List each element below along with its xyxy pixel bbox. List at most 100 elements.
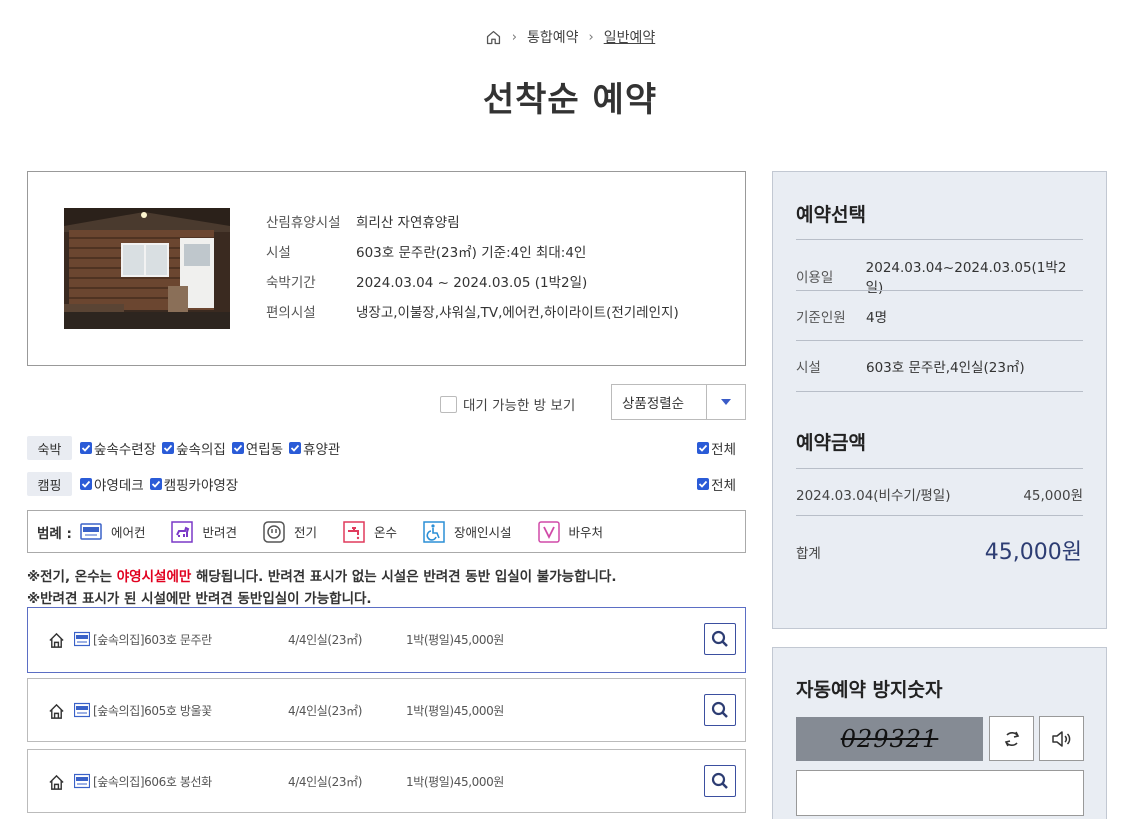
legend-label: 반려견 (202, 525, 237, 540)
facility-row-key: 숙박기간 (266, 275, 316, 291)
summary-value: 603호 문주란,4인실(23㎡) (866, 360, 1025, 376)
legend-item-hotwater: 온수 (343, 520, 398, 543)
checkbox-checked-icon[interactable] (697, 442, 710, 454)
plug-icon (263, 520, 285, 543)
divider (796, 239, 1083, 240)
checkbox-checked-icon[interactable] (162, 442, 175, 454)
search-button[interactable] (704, 694, 736, 726)
search-icon (711, 701, 728, 718)
room-name: [숲속의집]605호 방울꽃 (93, 704, 212, 718)
checkbox-lodging-all[interactable]: 전체 (697, 438, 736, 458)
chevron-right-icon: › (588, 29, 594, 45)
captcha-refresh-button[interactable] (989, 716, 1034, 761)
divider (796, 340, 1083, 341)
checkbox-camping-deck[interactable]: 야영데크 (80, 474, 144, 494)
divider (796, 515, 1083, 516)
summary-key: 기준인원 (796, 310, 846, 326)
checkbox-label: 캠핑카야영장 (163, 478, 239, 494)
notice-text: 해당됩니다. 반려견 표시가 없는 시설은 반려견 동반 입실이 불가능합니다. (191, 569, 617, 585)
facility-card: 산림휴양시설 희리산 자연휴양림 시설 603호 문주란(23㎡) 기준:4인 … (27, 171, 746, 366)
checkbox-label: 연립동 (245, 442, 284, 458)
checkbox-camping-all[interactable]: 전체 (697, 474, 736, 494)
bed-icon (74, 631, 90, 647)
home-icon[interactable] (485, 29, 502, 46)
wheelchair-icon (423, 520, 445, 543)
search-button[interactable] (704, 623, 736, 655)
room-price: 1박(평일)45,000원 (406, 704, 504, 718)
notice-highlight: 야영시설에만 (116, 569, 192, 585)
checkbox-forest-house[interactable]: 숲속의집 (162, 438, 226, 458)
chevron-right-icon: › (511, 29, 517, 45)
notice-text: ※전기, 온수는 (27, 569, 117, 585)
checkbox-empty-icon[interactable] (440, 395, 457, 413)
legend-label: 온수 (374, 525, 398, 540)
facility-row-value: 2024.03.04 ~ 2024.03.05 (1박2일) (356, 275, 588, 291)
checkbox-row-house[interactable]: 연립동 (231, 438, 284, 458)
legend-label: 에어컨 (110, 525, 146, 540)
refresh-icon (1004, 731, 1019, 746)
breadcrumb: › 통합예약 › 일반예약 (0, 27, 1140, 47)
summary-key: 이용일 (796, 270, 834, 286)
checkbox-camping-car[interactable]: 캠핑카야영장 (149, 474, 239, 494)
captcha-audio-button[interactable] (1039, 716, 1084, 761)
category-row-lodging: 숙박 숲속수련장 숲속의집 연립동 휴양관 전체 (27, 436, 746, 460)
price-date: 2024.03.04(비수기/평일) (796, 488, 951, 504)
wait-available-checkbox[interactable]: 대기 가능한 방 보기 (440, 394, 575, 414)
summary-value: 4명 (866, 310, 888, 326)
page-title: 선착순 예약 (482, 80, 658, 120)
room-price: 1박(평일)45,000원 (406, 633, 504, 647)
checkbox-resort-hall[interactable]: 휴양관 (289, 438, 340, 458)
total-value: 45,000원 (984, 540, 1082, 565)
price-title: 예약금액 (796, 432, 866, 454)
category-tag-camping: 캠핑 (27, 472, 72, 496)
legend-label: 장애인시설 (454, 525, 512, 540)
price-line: 2024.03.04(비수기/평일) 45,000원 (796, 484, 1083, 504)
facility-row-name: 산림휴양시설 희리산 자연휴양림 (266, 206, 679, 236)
room-capacity: 4/4인실(23㎡) (288, 704, 363, 718)
checkbox-label: 휴양관 (303, 442, 341, 458)
notice-line-2: ※반려견 표시가 된 시설에만 반려견 동반입실이 가능합니다. (27, 591, 372, 607)
legend-item-disabled: 장애인시설 (423, 520, 512, 543)
checkbox-forest-training[interactable]: 숲속수련장 (80, 438, 156, 458)
room-row[interactable]: [숲속의집]603호 문주란 4/4인실(23㎡) 1박(평일)45,000원 (27, 607, 746, 673)
facility-row-room: 시설 603호 문주란(23㎡) 기준:4인 최대:4인 (266, 236, 679, 266)
room-row[interactable]: [숲속의집]605호 방울꽃 4/4인실(23㎡) 1박(평일)45,000원 (27, 678, 746, 742)
search-icon (711, 630, 728, 647)
sort-select[interactable]: 상품정렬순 (611, 384, 746, 420)
captcha-title: 자동예약 방지숫자 (796, 679, 943, 701)
breadcrumb-item-general[interactable]: 일반예약 (604, 27, 656, 47)
facility-row-key: 시설 (266, 245, 291, 261)
facility-row-value: 603호 문주란(23㎡) 기준:4인 최대:4인 (356, 245, 587, 261)
legend-label: 바우처 (568, 525, 604, 540)
caret-down-icon[interactable] (707, 385, 745, 419)
facility-row-value: 희리산 자연휴양림 (356, 215, 460, 231)
facility-row-key: 편의시설 (266, 305, 316, 321)
facility-row-period: 숙박기간 2024.03.04 ~ 2024.03.05 (1박2일) (266, 266, 679, 296)
home-icon (49, 774, 64, 790)
search-button[interactable] (704, 765, 736, 797)
facility-row-amenities: 편의시설 냉장고,이불장,샤워실,TV,에어컨,하이라이트(전기레인지) (266, 296, 679, 326)
checkbox-label: 야영데크 (94, 478, 144, 494)
facility-row-value: 냉장고,이불장,샤워실,TV,에어컨,하이라이트(전기레인지) (356, 305, 679, 321)
checkbox-checked-icon[interactable] (231, 442, 244, 454)
checkbox-checked-icon[interactable] (697, 478, 710, 490)
aircon-icon (80, 521, 102, 543)
bed-icon (74, 773, 90, 789)
facility-row-key: 산림휴양시설 (266, 215, 341, 231)
total-label: 합계 (796, 546, 821, 562)
summary-title: 예약선택 (796, 204, 866, 226)
checkbox-checked-icon[interactable] (80, 478, 92, 490)
checkbox-checked-icon[interactable] (149, 478, 162, 490)
pet-icon (171, 520, 194, 543)
facility-info: 산림휴양시설 희리산 자연휴양림 시설 603호 문주란(23㎡) 기준:4인 … (266, 206, 679, 326)
legend-item-voucher: 바우처 (537, 520, 604, 543)
captcha-input[interactable] (796, 770, 1084, 816)
checkbox-checked-icon[interactable] (80, 442, 92, 454)
bed-icon (74, 702, 90, 718)
breadcrumb-item-integrated[interactable]: 통합예약 (527, 27, 579, 47)
checkbox-label: 숲속의집 (176, 442, 226, 458)
summary-row-people: 기준인원 4명 (796, 306, 1083, 326)
room-row[interactable]: [숲속의집]606호 봉선화 4/4인실(23㎡) 1박(평일)45,000원 (27, 749, 746, 813)
checkbox-checked-icon[interactable] (289, 442, 302, 454)
room-name: [숲속의집]603호 문주란 (93, 633, 212, 647)
